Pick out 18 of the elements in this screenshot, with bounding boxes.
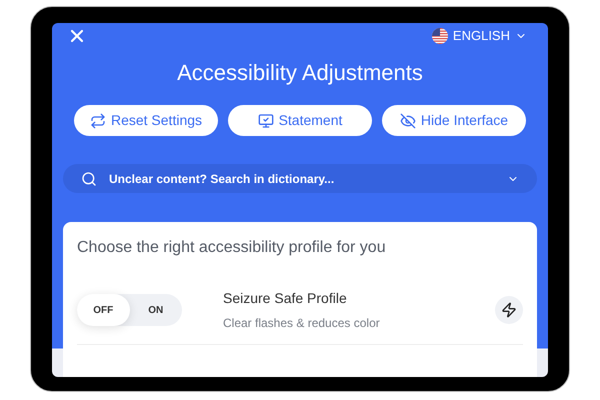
dictionary-search-field[interactable]: Unclear content? Search in dictionary... — [109, 170, 495, 188]
bolt-icon — [495, 296, 523, 324]
profile-description: Clear flashes & reduces color — [223, 315, 381, 332]
card-heading: Choose the right accessibility profile for you — [77, 238, 387, 258]
toggle-option[interactable]: OFF — [77, 294, 130, 326]
toggle-option[interactable]: ON — [130, 294, 182, 326]
panel-title: Accessibility Adjustments — [176, 59, 424, 88]
flag-icon — [432, 28, 448, 44]
eye-off-icon — [400, 112, 416, 129]
action-button[interactable]: Hide Interface — [382, 105, 526, 136]
monitor-icon — [258, 112, 274, 129]
profile-name: Seizure Safe Profile — [223, 289, 348, 308]
repeat-icon — [90, 112, 106, 129]
search-icon — [81, 170, 97, 187]
search-field[interactable]: Unclear content? Search in dictionary... — [63, 164, 537, 194]
action-button[interactable]: Reset Settings — [74, 105, 218, 136]
action-button[interactable]: Statement — [228, 105, 372, 136]
language-selector[interactable]: ENGLISH — [432, 26, 527, 46]
